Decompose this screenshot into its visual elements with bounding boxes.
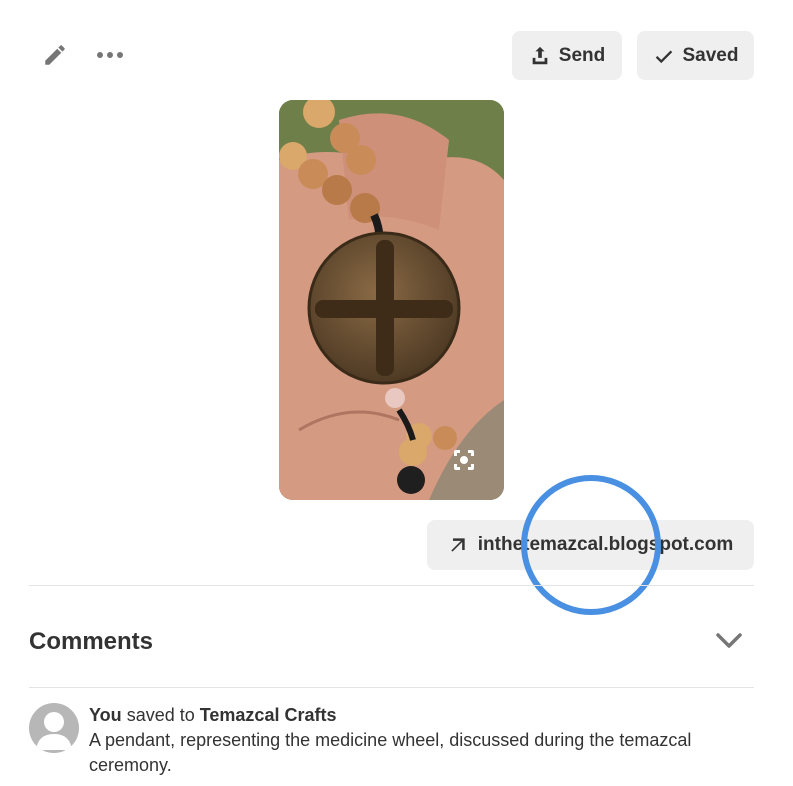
arrow-up-right-icon: [451, 538, 465, 552]
saved-button-label: Saved: [682, 44, 739, 66]
activity-item: You saved to Temazcal Crafts A pendant, …: [89, 703, 749, 778]
send-button-label: Send: [558, 44, 606, 66]
divider: [29, 585, 754, 586]
activity-description: A pendant, representing the medicine whe…: [89, 730, 692, 775]
saved-button[interactable]: Saved: [637, 31, 754, 80]
activity-actor[interactable]: You: [89, 705, 122, 725]
chevron-down-icon: [716, 633, 742, 648]
pencil-icon: [45, 45, 65, 65]
checkmark-icon: [655, 50, 672, 63]
activity-verb: saved to: [126, 705, 195, 725]
more-options-button[interactable]: [92, 40, 128, 70]
edit-button[interactable]: [38, 38, 72, 72]
source-link-button[interactable]: inthetemazcal.blogspot.com: [427, 520, 754, 570]
send-button[interactable]: Send: [512, 31, 622, 80]
activity-board-link[interactable]: Temazcal Crafts: [200, 705, 337, 725]
avatar[interactable]: [29, 703, 79, 753]
user-silhouette-icon: [36, 712, 72, 750]
comments-toggle-button[interactable]: [712, 626, 746, 656]
divider: [29, 687, 754, 688]
visual-search-button[interactable]: [449, 445, 479, 475]
source-link-label: inthetemazcal.blogspot.com: [477, 534, 734, 555]
pendant-photo: [279, 100, 504, 500]
activity-header: You saved to Temazcal Crafts: [89, 703, 749, 728]
share-icon: [532, 46, 548, 64]
pin-image[interactable]: [279, 100, 504, 500]
visual-search-icon: [454, 450, 474, 470]
ellipsis-icon: [97, 52, 123, 58]
comments-title: Comments: [29, 628, 154, 655]
